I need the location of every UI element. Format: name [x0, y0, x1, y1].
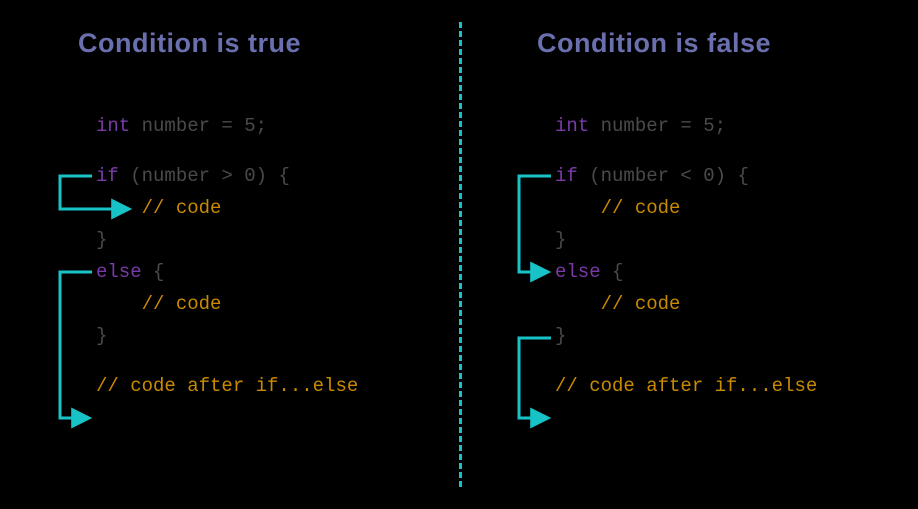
else-body-comment: // code [555, 293, 680, 315]
kw-if: if [555, 165, 578, 187]
heading-true: Condition is true [78, 28, 301, 59]
line-if-body: // code [96, 192, 358, 224]
line-decl: int number = 5; [555, 110, 817, 142]
panel-false: Condition is false int number = 5; if (n… [459, 0, 918, 509]
code-block-false: int number = 5; if (number < 0) { // cod… [555, 110, 817, 402]
line-else: else { [555, 256, 817, 288]
after-comment: // code after if...else [555, 375, 817, 397]
line-else-close: } [96, 320, 358, 352]
after-comment: // code after if...else [96, 375, 358, 397]
if-cond: (number < 0) { [578, 165, 749, 187]
line-else-close: } [555, 320, 817, 352]
decl-rest: number = 5; [130, 115, 267, 137]
kw-else: else [555, 261, 601, 283]
line-if-close: } [555, 224, 817, 256]
line-else-body: // code [555, 288, 817, 320]
else-open: { [142, 261, 165, 283]
else-body-comment: // code [96, 293, 221, 315]
else-open: { [601, 261, 624, 283]
line-if: if (number < 0) { [555, 160, 817, 192]
kw-else: else [96, 261, 142, 283]
kw-if: if [96, 165, 119, 187]
line-if-close: } [96, 224, 358, 256]
if-body-comment: // code [96, 197, 221, 219]
line-after: // code after if...else [555, 370, 817, 402]
decl-rest: number = 5; [589, 115, 726, 137]
vertical-divider [459, 22, 462, 487]
kw-int: int [555, 115, 589, 137]
line-else: else { [96, 256, 358, 288]
line-if-body: // code [555, 192, 817, 224]
heading-false: Condition is false [537, 28, 771, 59]
if-cond: (number > 0) { [119, 165, 290, 187]
line-if: if (number > 0) { [96, 160, 358, 192]
line-after: // code after if...else [96, 370, 358, 402]
kw-int: int [96, 115, 130, 137]
line-decl: int number = 5; [96, 110, 358, 142]
if-body-comment: // code [555, 197, 680, 219]
panel-true: Condition is true int number = 5; if (nu… [0, 0, 459, 509]
code-block-true: int number = 5; if (number > 0) { // cod… [96, 110, 358, 402]
line-else-body: // code [96, 288, 358, 320]
